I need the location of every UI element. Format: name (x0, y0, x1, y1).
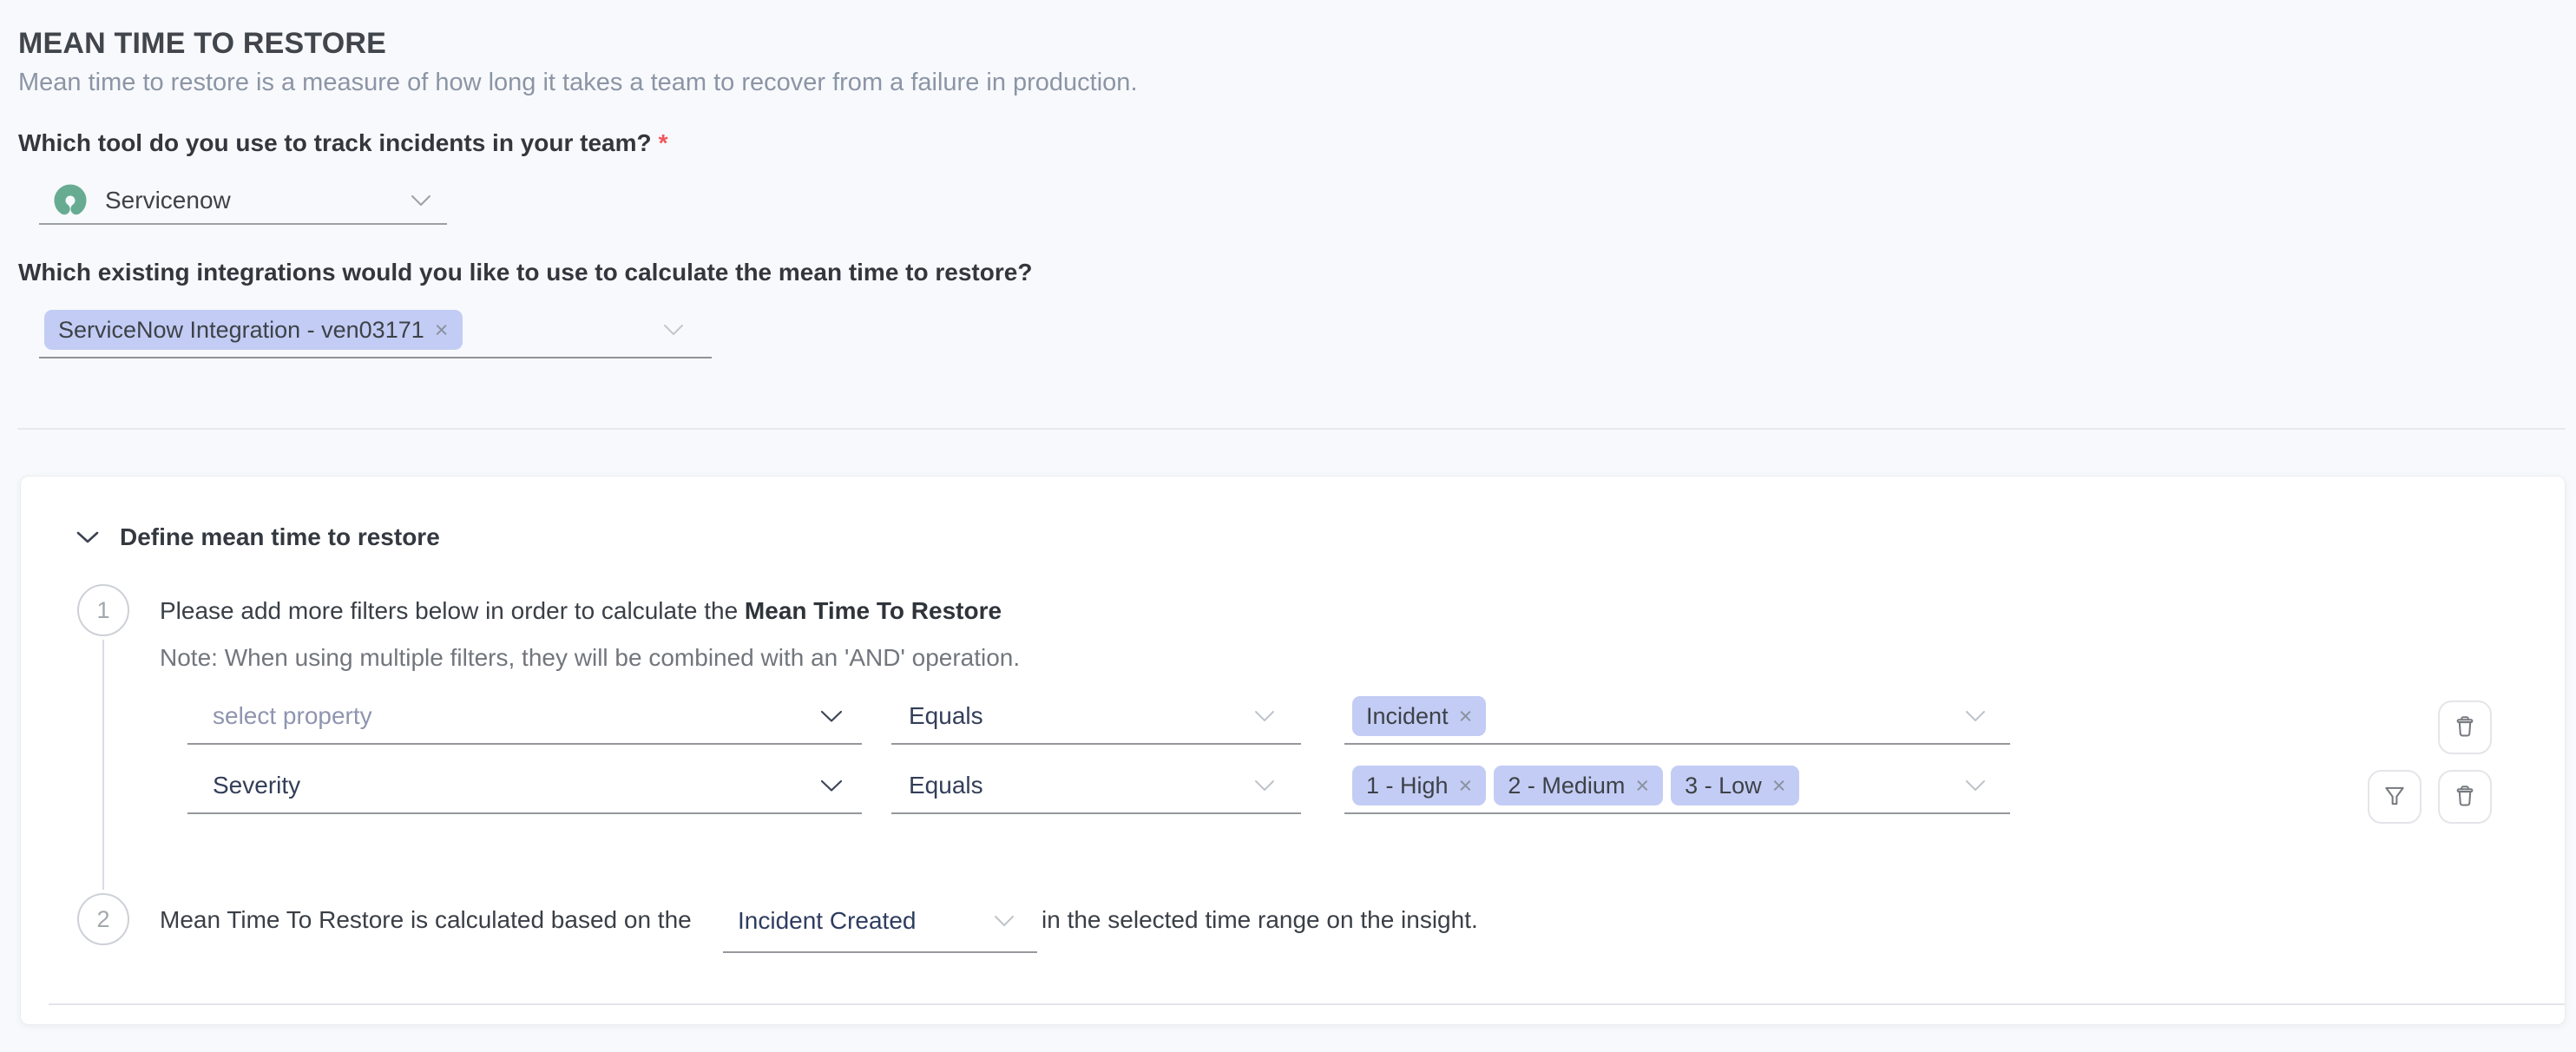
step-1-instruction-prefix: Please add more filters below in order t… (160, 597, 745, 624)
trash-icon (2452, 713, 2478, 742)
chevron-down-icon (663, 324, 684, 336)
panel-title: Define mean time to restore (120, 523, 440, 552)
filter-2-property-value: Severity (213, 772, 300, 799)
filter-1-property-placeholder: select property (213, 702, 372, 730)
chip-label: 1 - High (1366, 773, 1449, 799)
filter-value-chip[interactable]: Incident × (1352, 696, 1486, 736)
define-mtr-panel: Define mean time to restore 1 Please add… (20, 476, 2566, 1025)
step-2-text-prefix: Mean Time To Restore is calculated based… (160, 905, 692, 935)
tool-question-label: Which tool do you use to track incidents… (18, 129, 652, 156)
filter-2-property-select[interactable]: Severity (187, 759, 862, 814)
tool-question: Which tool do you use to track incidents… (18, 128, 668, 158)
chevron-down-icon (411, 194, 431, 207)
panel-collapse-header[interactable]: Define mean time to restore (76, 523, 440, 552)
filter-2-operator-select[interactable]: Equals (891, 759, 1301, 814)
section-divider (17, 428, 2566, 430)
integrations-select[interactable]: ServiceNow Integration - ven03171 × (39, 303, 712, 358)
required-asterisk: * (659, 129, 668, 156)
filter-value-chip[interactable]: 2 - Medium × (1494, 766, 1663, 805)
step-1-instruction-metric: Mean Time To Restore (745, 597, 1002, 624)
tool-select[interactable]: Servicenow (39, 178, 447, 225)
remove-icon[interactable]: × (1459, 773, 1473, 799)
chevron-down-icon (994, 915, 1015, 927)
filter-2-values-select[interactable]: 1 - High × 2 - Medium × 3 - Low × (1344, 759, 2010, 814)
add-filter-button[interactable] (2368, 770, 2422, 824)
servicenow-logo-icon (54, 184, 87, 217)
filter-2-operator-value: Equals (909, 772, 983, 799)
chip-label: ServiceNow Integration - ven03171 (58, 317, 424, 344)
chip-label: 3 - Low (1685, 773, 1762, 799)
filter-1-operator-value: Equals (909, 702, 983, 730)
step-1-note: Note: When using multiple filters, they … (160, 643, 1020, 673)
step-connector-line (102, 640, 104, 890)
delete-filter-2-button[interactable] (2438, 770, 2492, 824)
event-basis-select[interactable]: Incident Created (723, 891, 1037, 953)
event-basis-value: Incident Created (738, 907, 916, 935)
chevron-down-icon (1254, 779, 1275, 792)
remove-icon[interactable]: × (1635, 773, 1649, 799)
filter-1-operator-select[interactable]: Equals (891, 689, 1301, 745)
selected-integration-chip[interactable]: ServiceNow Integration - ven03171 × (44, 310, 463, 350)
chevron-down-icon[interactable] (76, 530, 99, 544)
funnel-icon (2382, 783, 2408, 812)
panel-footer-divider (49, 1003, 2565, 1005)
remove-icon[interactable]: × (1459, 703, 1473, 730)
step-2-text-suffix: in the selected time range on the insigh… (1042, 905, 1478, 935)
filter-1-property-select[interactable]: select property (187, 689, 862, 745)
remove-icon[interactable]: × (1772, 773, 1786, 799)
remove-icon[interactable]: × (435, 317, 449, 344)
filter-value-chip[interactable]: 1 - High × (1352, 766, 1486, 805)
chip-label: 2 - Medium (1508, 773, 1625, 799)
filter-1-values-select[interactable]: Incident × (1344, 689, 2010, 745)
page-title: MEAN TIME TO RESTORE (18, 26, 386, 61)
chevron-down-icon (1254, 710, 1275, 722)
chevron-down-icon (820, 710, 843, 723)
delete-filter-1-button[interactable] (2438, 700, 2492, 754)
chevron-down-icon (1965, 710, 1986, 722)
page-subtitle: Mean time to restore is a measure of how… (18, 68, 1138, 97)
chevron-down-icon (1965, 779, 1986, 792)
chip-label: Incident (1366, 703, 1449, 730)
step-1-badge: 1 (77, 584, 129, 636)
step-1-instruction: Please add more filters below in order t… (160, 596, 1002, 626)
tool-select-value: Servicenow (105, 187, 231, 214)
chevron-down-icon (820, 779, 843, 792)
trash-icon (2452, 783, 2478, 812)
step-2-badge: 2 (77, 893, 129, 945)
integrations-question: Which existing integrations would you li… (18, 258, 1032, 287)
filter-value-chip[interactable]: 3 - Low × (1671, 766, 1799, 805)
